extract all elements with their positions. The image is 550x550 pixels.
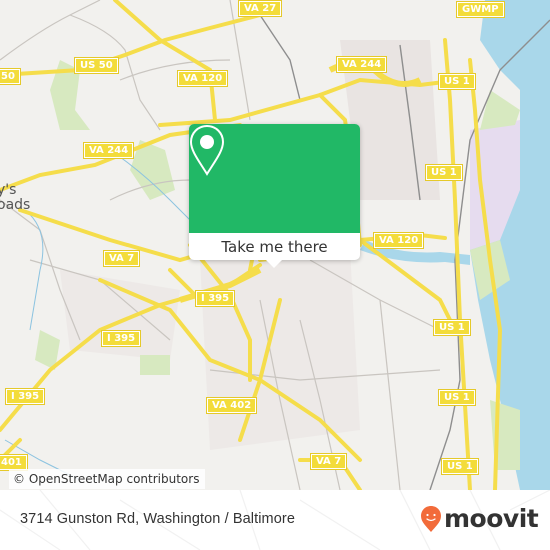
road-shield-us1: US 1 [425,164,463,181]
road-shield-us1: US 1 [438,389,476,406]
map-pin-icon [189,124,225,176]
road-shield-va27: VA 27 [237,0,283,17]
road-shield-va402: VA 402 [205,397,258,414]
road-shield-va244: VA 244 [82,142,135,159]
footer: 3714 Gunston Rd, Washington / Baltimore … [0,490,550,550]
place-label-line2: oads [0,197,31,213]
moovit-logo[interactable]: moovit [420,504,539,533]
road-shield-va244: VA 244 [335,56,388,73]
road-shield-us50: 50 [0,68,21,85]
popup-pointer [265,259,283,268]
location-popup: Take me there [189,124,360,268]
road-shield-va120: VA 120 [372,232,425,249]
map-attribution[interactable]: © OpenStreetMap contributors [9,469,206,489]
place-label-line1: y's [0,182,17,198]
road-shield-us1: US 1 [438,73,476,90]
map[interactable]: VA 27 GWMP 50 US 50 VA 120 VA 244 US 1 V… [0,0,550,490]
road-shield-us1: US 1 [441,458,479,475]
road-shield-va7: VA 7 [102,250,141,267]
road-shield-i395: I 395 [100,330,142,347]
address-text: 3714 Gunston Rd, Washington / Baltimore [20,511,295,527]
road-shield-401: 401 [0,454,28,471]
road-shield-va7: VA 7 [309,453,348,470]
road-shield-gwmp: GWMP [456,1,505,18]
road-shield-us1: US 1 [433,319,471,336]
take-me-there-button[interactable]: Take me there [189,233,360,260]
road-shield-va120: VA 120 [176,70,229,87]
place-label: y's oads [0,183,30,213]
popup-header [189,124,360,233]
moovit-pin-icon [421,505,441,532]
road-shield-us50: US 50 [74,57,119,74]
road-shield-i395: I 395 [4,388,46,405]
moovit-wordmark: moovit [444,504,539,533]
road-shield-i395: I 395 [194,290,236,307]
